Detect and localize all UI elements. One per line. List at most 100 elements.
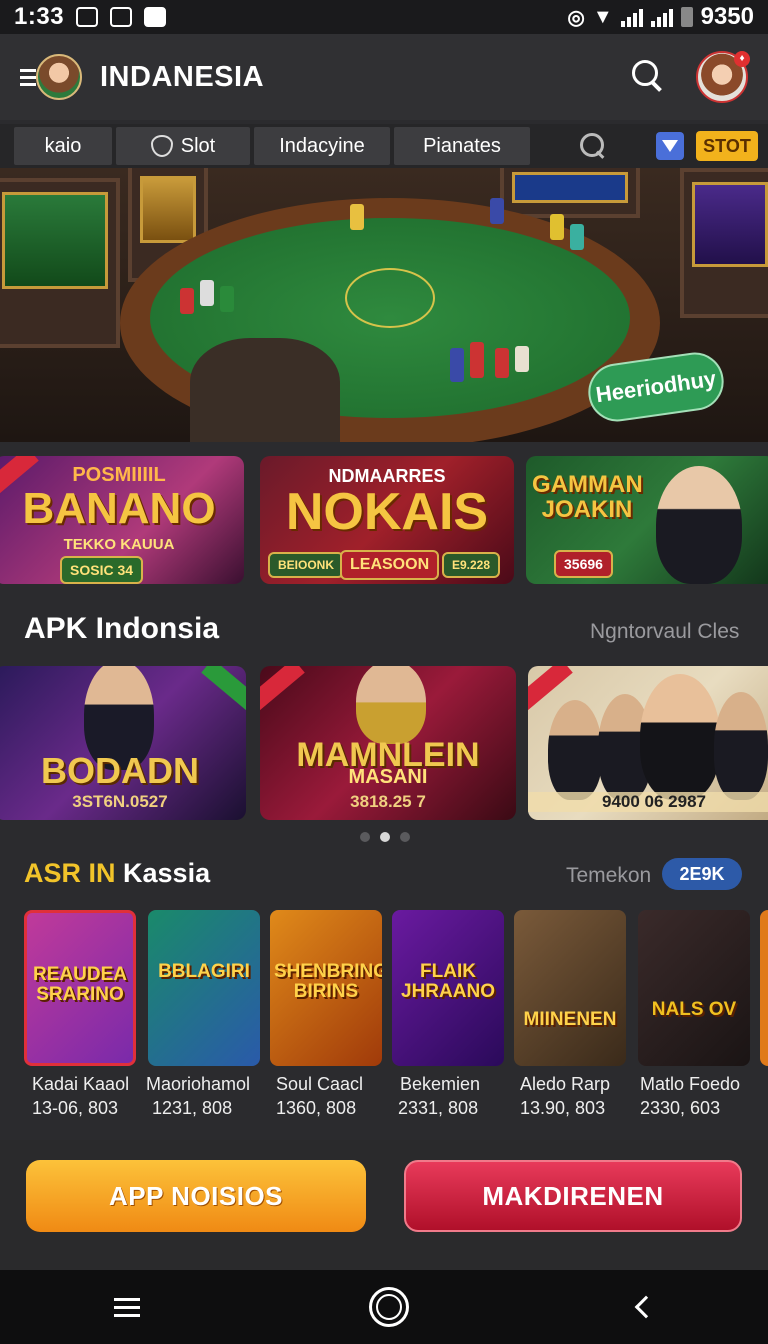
back-icon[interactable] [634, 1295, 657, 1319]
game-art-title: REAUDEA SRARINO [33, 964, 127, 1005]
game-art-title: MIINENEN [523, 1009, 617, 1030]
game-value: 2330, 603 [640, 1098, 721, 1118]
apk-card-value: 3818.25 7 [350, 792, 426, 811]
promo-card-nokais[interactable]: NDMAARRES NOKAIS BEIOONK LEASOON E9.228 [260, 456, 514, 584]
man-in-suit-image [548, 700, 602, 800]
chip-stack [570, 224, 584, 250]
hero-banner[interactable]: Heeriodhuy [0, 168, 768, 442]
promo-pill[interactable]: 35696 [554, 550, 613, 578]
tab-slot[interactable]: Slot [116, 127, 250, 165]
chip-stack [515, 346, 529, 372]
filter-button[interactable] [656, 132, 684, 160]
slot-button[interactable]: STOT [696, 131, 758, 161]
home-icon[interactable] [368, 1287, 409, 1327]
promo-pill[interactable]: SOSIC 34 [60, 556, 144, 584]
game-name: Kadai Kaaol [32, 1074, 130, 1094]
status-time: 1:33 [14, 3, 65, 30]
carousel-dot[interactable] [400, 832, 410, 842]
promo-card-banano[interactable]: POSMIIIIL BANANO TEKKO KAUUA SOSIC 34 [0, 456, 244, 584]
signal-icon-2 [650, 7, 673, 27]
chip-stack [220, 286, 234, 312]
chip-stack [450, 348, 464, 382]
game-tile[interactable]: SHENBRING BIRINS [270, 910, 382, 1066]
game-tile-partial[interactable] [760, 910, 768, 1066]
game-tile[interactable]: NALS OV [638, 910, 750, 1066]
game-art-title: NALS OV [651, 999, 737, 1020]
battery-icon [680, 7, 693, 27]
section-title-highlight: ASR IN [24, 858, 116, 888]
app-bar: INDANESIA ♦ [0, 34, 768, 120]
notification-badge: ♦ [734, 51, 750, 67]
tab-pianates[interactable]: Pianates [394, 127, 530, 165]
apk-card-value: 9400 06 2987 [528, 792, 768, 812]
notification-icon [76, 7, 99, 27]
section-title-apk: APK Indonsia [24, 612, 220, 645]
man-in-tuxedo-image [640, 674, 720, 800]
carousel-dots [360, 832, 410, 842]
game-name: Bekemien [400, 1074, 481, 1094]
game-value: 2331, 808 [398, 1098, 479, 1118]
corner-ribbon [260, 666, 305, 712]
apk-card-value: 3ST6N.0527 [72, 792, 168, 811]
game-name: Matlo Foedo [640, 1074, 741, 1094]
apk-card-label: BODADN [41, 750, 199, 791]
carousel-dot-active[interactable] [380, 832, 390, 842]
apk-card-group[interactable]: 9400 06 2987 [528, 666, 768, 820]
man-in-gold-image [356, 666, 426, 744]
game-art-title: FLAIK JHRAANO [401, 961, 495, 1002]
section-title-rest: Kassia [123, 858, 211, 888]
game-tile[interactable]: MIINENEN [514, 910, 626, 1066]
apk-card-bodadn[interactable]: BODADN 3ST6N.0527 [0, 666, 246, 820]
category-tabs: kaio Slot Indacyine Pianates STOT [0, 124, 768, 168]
register-button[interactable]: MAKDIRENEN [404, 1160, 742, 1232]
shield-icon [150, 135, 173, 157]
promo-row: POSMIIIIL BANANO TEKKO KAUUA SOSIC 34 ND… [0, 456, 768, 586]
kassia-badge[interactable]: 2E9K [662, 858, 742, 890]
alarm-icon: ◎ [567, 6, 585, 29]
signal-icon [620, 7, 643, 27]
promo-btn-3[interactable]: E9.228 [442, 552, 501, 578]
chip-stack [200, 280, 214, 306]
chip-stack [350, 204, 364, 230]
battery-level: 9350 [700, 3, 754, 30]
system-nav-bar [0, 1270, 768, 1344]
game-tile[interactable]: FLAIK JHRAANO [392, 910, 504, 1066]
profile-avatar[interactable]: ♦ [696, 51, 750, 103]
chip-stack [490, 198, 504, 224]
apk-card-mamnlein[interactable]: MAMNLEIN MASANI 3818.25 7 [260, 666, 516, 820]
game-name: Aledo Rarp [520, 1074, 611, 1094]
slot-machine-image [680, 168, 768, 318]
game-art-title: BBLAGIRI [158, 961, 250, 982]
game-tile[interactable]: REAUDEA SRARINO [24, 910, 136, 1066]
game-value: 13-06, 803 [32, 1098, 119, 1118]
promo-btn-2[interactable]: LEASOON [340, 550, 440, 580]
section-link-kassia[interactable]: Temekon [566, 864, 651, 888]
menu-icon[interactable] [20, 68, 36, 86]
tab-label: Indacyine [279, 134, 365, 157]
game-name: Maoriohamol [146, 1074, 251, 1094]
man-in-suit-image [714, 692, 768, 800]
carousel-dot[interactable] [360, 832, 370, 842]
account-search-icon[interactable] [632, 60, 666, 94]
game-tile[interactable]: BBLAGIRI [148, 910, 260, 1066]
recent-apps-icon[interactable] [114, 1297, 141, 1317]
app-download-button[interactable]: APP NOISIOS [26, 1160, 366, 1232]
promo-card-gamman[interactable]: GAMMAN JOAKIN 35696 [526, 456, 768, 584]
search-icon[interactable] [578, 131, 608, 161]
wifi-icon: ▼ [592, 5, 613, 28]
promo-sub: TEKKO KAUUA [63, 536, 175, 553]
section-link-apk[interactable]: Ngntorvaul Cles [590, 620, 739, 644]
promo-btn-1[interactable]: BEIOONK [268, 552, 345, 578]
slot-machine-image [500, 168, 640, 218]
tab-kaio[interactable]: kaio [14, 127, 112, 165]
chip-stack [470, 342, 484, 378]
chip-stack [180, 288, 194, 314]
image-notification-icon [110, 7, 133, 27]
man-in-tuxedo-image [656, 466, 742, 584]
tab-indacyine[interactable]: Indacyine [254, 127, 390, 165]
tab-label: Pianates [423, 134, 501, 157]
chip-stack [495, 348, 509, 378]
slot-machine-image [0, 178, 120, 348]
promo-title: BANANO [22, 484, 216, 533]
table-logo [345, 268, 435, 328]
